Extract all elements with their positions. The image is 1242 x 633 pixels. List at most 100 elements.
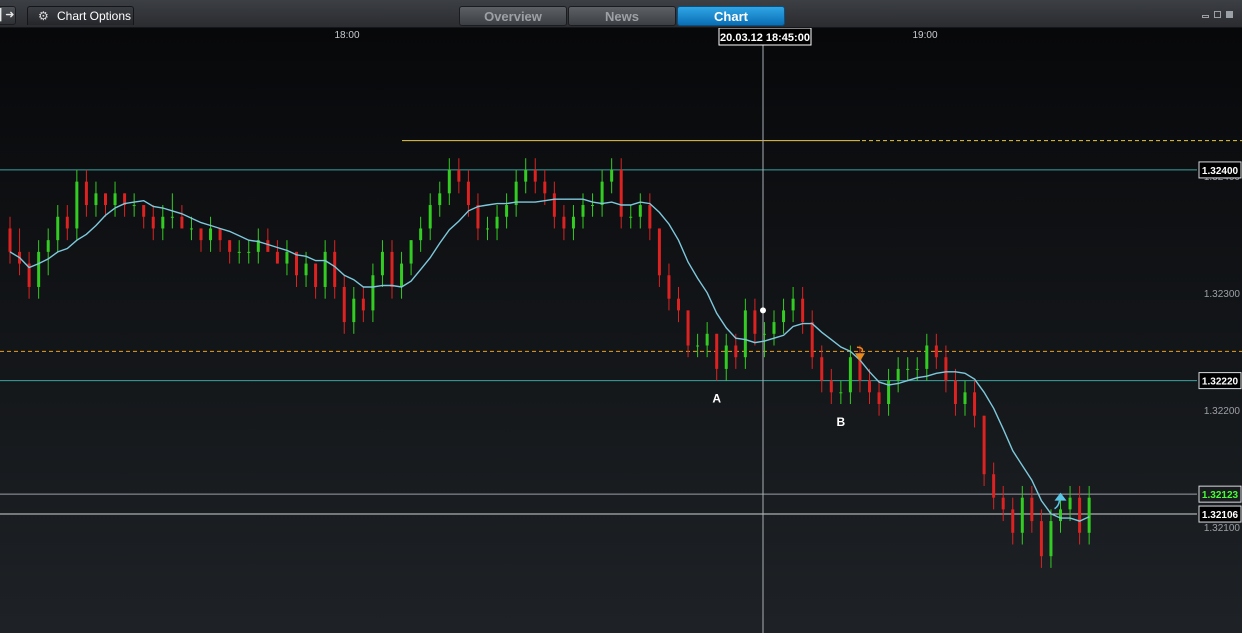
price-box: 1.32400 (1198, 161, 1242, 179)
candle-body (323, 251, 327, 287)
candle-body (772, 322, 776, 334)
candle-body (1011, 509, 1015, 533)
candle-body (161, 216, 165, 229)
candle-body (648, 205, 652, 229)
candle-body (1068, 497, 1072, 510)
candle-body (75, 181, 79, 229)
chart-background (0, 28, 1242, 633)
candle-body (724, 345, 728, 369)
candle-body (533, 169, 537, 182)
candle-body (791, 298, 795, 311)
tab-chart[interactable]: Chart (677, 6, 785, 26)
candle-body (170, 216, 174, 218)
candle-body (1020, 497, 1024, 533)
tab-news[interactable]: News (568, 6, 676, 26)
candle-body (352, 298, 356, 323)
candle-body (829, 380, 833, 393)
toolbar: ▌➜ ⚙ Chart Options Overview News Chart (0, 0, 1242, 28)
candle-body (944, 357, 948, 381)
candle-body (982, 415, 986, 475)
candle-body (409, 240, 413, 264)
candle-body (1030, 497, 1034, 522)
price-chart[interactable]: A B 18:00 19:00 20.03.12 18:45:00 1.32400 1.3… (0, 28, 1242, 633)
candle-body (992, 474, 996, 498)
candle-body (304, 263, 308, 276)
candle-body (782, 310, 786, 323)
candle-body (275, 251, 279, 264)
price-tick-label: 1.32100 (1204, 523, 1241, 534)
candle-body (734, 345, 738, 358)
candle-body (667, 275, 671, 299)
price-tick-label: 1.32300 (1204, 289, 1241, 300)
crosshair-dot (760, 307, 766, 314)
candle-body (419, 228, 423, 241)
candle-body (400, 263, 404, 287)
candle-body (390, 251, 394, 287)
price-box: 1.32106 (1198, 505, 1242, 523)
annotation-a: A (712, 392, 721, 406)
restore-icon[interactable] (1214, 11, 1221, 18)
candle-body (438, 193, 442, 206)
candle-body (113, 193, 117, 206)
candle-body (1049, 521, 1053, 557)
candle-body (552, 193, 556, 217)
candle-body (591, 205, 595, 207)
candle-body (342, 286, 346, 323)
candle-body (1059, 509, 1062, 522)
candle-body (1039, 521, 1043, 557)
crosshair-time-label: 20.03.12 18:45:00 (720, 32, 810, 44)
candle-body (505, 205, 509, 217)
time-axis-label: 18:00 (334, 30, 359, 41)
close-icon[interactable] (1226, 11, 1233, 18)
candle-body (457, 169, 461, 182)
candle-body (371, 275, 375, 311)
candle-body (199, 228, 203, 241)
candle-body (571, 216, 575, 229)
candle-body (868, 380, 871, 393)
candle-body (543, 181, 547, 194)
candle-body (953, 380, 957, 405)
candle-body (495, 216, 499, 229)
exit-arrow-icon[interactable]: ▌➜ (0, 6, 16, 25)
candle-body (1078, 497, 1082, 533)
candle-body (973, 392, 977, 416)
candle-body (896, 368, 900, 381)
candle-body (209, 228, 213, 241)
candle-body (686, 310, 690, 346)
candle-body (743, 310, 747, 358)
chart-options-tab[interactable]: ⚙ Chart Options (27, 6, 134, 25)
candle-body (600, 181, 604, 206)
price-box-label: 1.32106 (1202, 510, 1239, 521)
candle-body (963, 392, 967, 405)
candle-body (677, 298, 680, 311)
candle-body (180, 216, 184, 229)
candle-body (629, 216, 633, 218)
candle-body (705, 333, 709, 346)
tab-overview[interactable]: Overview (459, 6, 567, 26)
candle-body (151, 216, 155, 229)
candle-body (524, 169, 528, 182)
candle-body (142, 205, 146, 217)
candle-body (820, 357, 824, 381)
candle-body (380, 251, 384, 276)
candle-body (934, 345, 938, 358)
candle-body (218, 228, 222, 241)
price-box-label: 1.32123 (1202, 490, 1239, 501)
candle-body (466, 181, 470, 206)
candle-body (581, 205, 585, 217)
candle-body (1087, 497, 1091, 533)
candle-body (657, 228, 661, 276)
candle-body (562, 216, 566, 229)
candle-body (237, 251, 241, 253)
candle-body (84, 181, 88, 206)
candle-body (762, 333, 766, 335)
gear-icon: ⚙ (38, 9, 49, 23)
candle-body (447, 169, 451, 194)
candle-body (715, 333, 719, 369)
price-box: 1.32123 (1198, 485, 1242, 503)
candle-body (285, 251, 289, 264)
candle-body (8, 228, 12, 252)
candle-body (619, 169, 623, 217)
minimize-icon[interactable] (1202, 15, 1209, 18)
candle-body (906, 368, 910, 370)
